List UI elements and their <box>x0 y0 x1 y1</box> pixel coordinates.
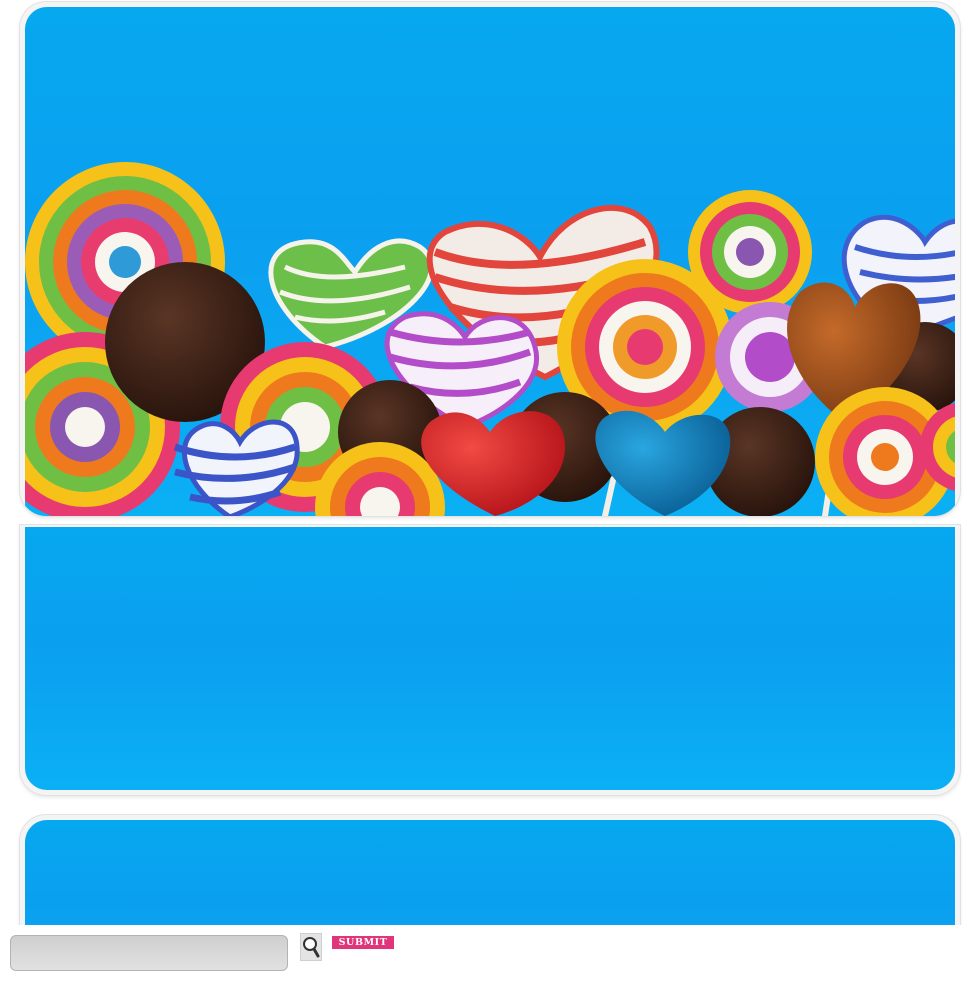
submit-button[interactable]: SUBMIT <box>332 936 394 949</box>
content-panel <box>25 527 955 790</box>
search-button[interactable] <box>300 933 322 961</box>
banner-panel <box>25 7 955 516</box>
search-bar: SUBMIT <box>0 925 980 984</box>
lollipop-banner-image <box>25 162 955 516</box>
magnifier-icon <box>303 937 320 958</box>
content-frame <box>20 525 960 795</box>
banner-frame <box>20 2 960 516</box>
page: SUBMIT <box>0 0 980 984</box>
search-input[interactable] <box>10 935 288 971</box>
